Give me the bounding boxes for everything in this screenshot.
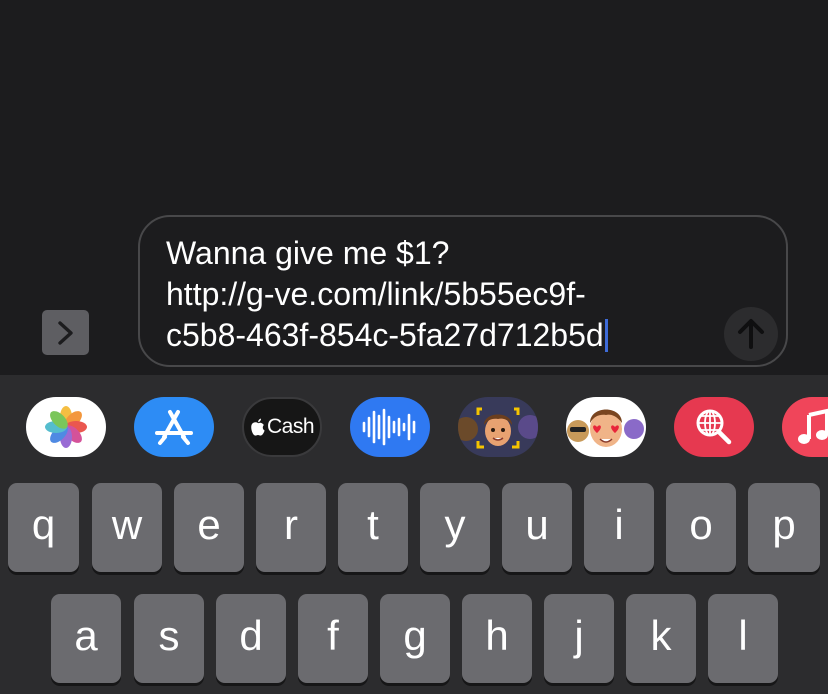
compose-area: Wanna give me $1? http://g-ve.com/link/5…	[0, 0, 828, 375]
memoji-icon	[458, 407, 538, 449]
app-memoji-stickers[interactable]	[566, 397, 646, 457]
app-audio-message[interactable]	[350, 397, 430, 457]
app-store-icon	[155, 410, 193, 445]
key-f[interactable]: f	[298, 594, 368, 683]
key-g[interactable]: g	[380, 594, 450, 683]
key-w[interactable]: w	[92, 483, 162, 572]
app-photos[interactable]	[26, 397, 106, 457]
key-t[interactable]: t	[338, 483, 408, 572]
message-content: Wanna give me $1? http://g-ve.com/link/5…	[166, 235, 604, 353]
key-o[interactable]: o	[666, 483, 736, 572]
imessage-app-strip: Cash	[0, 375, 828, 479]
key-i[interactable]: i	[584, 483, 654, 572]
key-l[interactable]: l	[708, 594, 778, 683]
app-images-search[interactable]	[674, 397, 754, 457]
app-memoji[interactable]	[458, 397, 538, 457]
memoji-stickers-icon	[567, 409, 644, 447]
key-k[interactable]: k	[626, 594, 696, 683]
photos-icon	[45, 406, 87, 448]
key-u[interactable]: u	[502, 483, 572, 572]
apple-cash-label: Cash	[266, 415, 315, 438]
expand-apps-button[interactable]	[42, 310, 89, 355]
app-music[interactable]	[782, 397, 828, 457]
message-text: Wanna give me $1? http://g-ve.com/link/5…	[166, 233, 726, 356]
globe-search-icon	[696, 409, 732, 445]
key-a[interactable]: a	[51, 594, 121, 683]
apple-logo-icon	[251, 418, 265, 436]
key-e[interactable]: e	[174, 483, 244, 572]
key-q[interactable]: q	[8, 483, 79, 572]
keyboard: Cash q w e r t y u i o p a s d f g h j k…	[0, 375, 828, 694]
message-input[interactable]: Wanna give me $1? http://g-ve.com/link/5…	[138, 215, 788, 367]
app-store[interactable]	[134, 397, 214, 457]
key-h[interactable]: h	[462, 594, 532, 683]
send-button[interactable]	[724, 307, 778, 361]
chevron-right-icon	[57, 320, 73, 345]
key-r[interactable]: r	[256, 483, 326, 572]
key-j[interactable]: j	[544, 594, 614, 683]
key-s[interactable]: s	[134, 594, 204, 683]
arrow-up-icon	[738, 319, 764, 349]
audio-waveform-icon	[362, 408, 416, 446]
key-y[interactable]: y	[420, 483, 490, 572]
apple-cash-icon: Cash	[250, 415, 315, 439]
key-p[interactable]: p	[748, 483, 820, 572]
music-note-icon	[798, 408, 828, 444]
text-cursor	[604, 319, 608, 352]
key-d[interactable]: d	[216, 594, 286, 683]
app-apple-cash[interactable]: Cash	[242, 397, 322, 457]
